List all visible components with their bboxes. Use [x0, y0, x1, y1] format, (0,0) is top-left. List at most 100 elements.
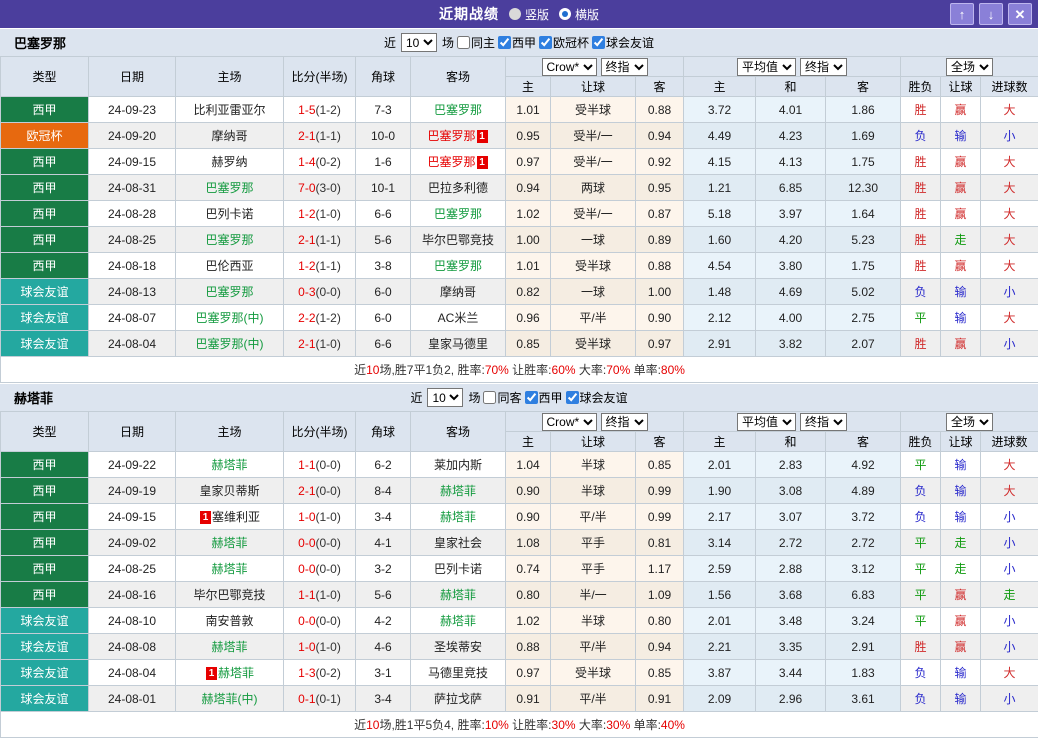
halftime-score: (0-0)	[316, 562, 341, 576]
away-team: 赫塔菲	[440, 510, 476, 524]
fulltime-score: 1-3	[298, 666, 315, 680]
avg-draw: 3.97	[756, 201, 826, 227]
away-team-cell: 圣埃蒂安	[411, 634, 506, 660]
fulltime-select[interactable]: 全场	[946, 413, 993, 431]
same-venue-checkbox[interactable]: 同主	[457, 34, 495, 51]
verdict-handicap: 赢	[941, 253, 981, 279]
sub-column-header: 让球	[551, 432, 636, 452]
away-team-cell: 萨拉戈萨	[411, 686, 506, 712]
average-select[interactable]: 平均值	[737, 413, 796, 431]
score-cell: 1-2(1-0)	[284, 201, 356, 227]
average-stage-select[interactable]: 终指	[800, 58, 847, 76]
avg-home: 2.01	[684, 608, 756, 634]
avg-home: 4.15	[684, 149, 756, 175]
odds-home: 0.90	[506, 504, 551, 530]
halftime-score: (0-0)	[316, 458, 341, 472]
away-team-cell: 赫塔菲	[411, 608, 506, 634]
away-team-cell: 巴拉多利德	[411, 175, 506, 201]
average-stage-select[interactable]: 终指	[800, 413, 847, 431]
league-badge: 西甲	[1, 530, 89, 556]
move-down-button[interactable]: ↓	[979, 3, 1003, 25]
checkbox-icon[interactable]	[525, 391, 538, 404]
odds-home: 1.02	[506, 608, 551, 634]
avg-draw: 3.08	[756, 478, 826, 504]
league-filter-checkbox[interactable]: 西甲	[525, 389, 563, 406]
league-filter-checkbox[interactable]: 欧冠杯	[539, 34, 589, 51]
checkbox-icon[interactable]	[498, 36, 511, 49]
view-option-vertical[interactable]: 竖版	[509, 6, 549, 23]
same-venue-checkbox[interactable]: 同客	[483, 389, 521, 406]
fulltime-select[interactable]: 全场	[946, 58, 993, 76]
home-team: 比利亚雷亚尔	[193, 103, 265, 117]
match-date: 24-08-04	[89, 331, 176, 357]
away-team: 马德里竞技	[428, 666, 488, 680]
avg-away: 2.72	[826, 530, 901, 556]
match-row: 西甲24-09-02赫塔菲0-0(0-0)4-1皇家社会1.08平手0.813.…	[1, 530, 1038, 556]
close-button[interactable]: ✕	[1008, 3, 1032, 25]
away-team: 皇家马德里	[428, 337, 488, 351]
home-team: 巴列卡诺	[205, 207, 253, 221]
sub-column-header: 胜负	[901, 77, 941, 97]
verdict-winlose: 负	[901, 660, 941, 686]
match-filter: 近10场同客西甲球会友谊	[0, 388, 1038, 407]
checkbox-icon[interactable]	[539, 36, 552, 49]
games-count-select[interactable]: 10	[401, 33, 437, 52]
titlebar-buttons: ↑ ↓ ✕	[950, 3, 1032, 25]
home-team: 1塞维利亚	[199, 510, 260, 524]
match-row: 球会友谊24-08-08赫塔菲1-0(1-0)4-6圣埃蒂安0.88平/半0.9…	[1, 634, 1038, 660]
team-name-text: 巴塞罗那	[427, 129, 475, 143]
match-row: 球会友谊24-08-04巴塞罗那(中)2-1(1-0)6-6皇家马德里0.85受…	[1, 331, 1038, 357]
verdict-goals: 大	[981, 201, 1038, 227]
bookmaker-select[interactable]: Crow*	[542, 58, 597, 76]
home-team: 巴塞罗那	[205, 181, 253, 195]
league-filter-checkbox[interactable]: 球会友谊	[566, 389, 628, 406]
fulltime-score: 1-0	[298, 640, 315, 654]
match-date: 24-08-16	[89, 582, 176, 608]
avg-draw: 4.13	[756, 149, 826, 175]
halftime-score: (1-1)	[316, 233, 341, 247]
summary-value: 80%	[661, 363, 685, 377]
odds-handicap: 受半球	[551, 331, 636, 357]
team-name-text: 毕尔巴鄂竞技	[193, 588, 265, 602]
summary-value: 10	[366, 363, 379, 377]
red-card-badge: 1	[477, 156, 488, 169]
checkbox-icon[interactable]	[592, 36, 605, 49]
home-team-cell: 赫塔菲	[176, 556, 284, 582]
verdict-goals: 大	[981, 175, 1038, 201]
verdict-winlose: 平	[901, 608, 941, 634]
average-select[interactable]: 平均值	[737, 58, 796, 76]
odds-handicap: 平/半	[551, 504, 636, 530]
red-card-badge: 1	[206, 667, 217, 680]
odds-home: 0.82	[506, 279, 551, 305]
score-cell: 2-1(1-1)	[284, 123, 356, 149]
bookmaker-select[interactable]: Crow*	[542, 413, 597, 431]
league-filter-checkbox[interactable]: 球会友谊	[592, 34, 654, 51]
column-header: 日期	[89, 57, 176, 97]
home-team-cell: 赫塔菲(中)	[176, 686, 284, 712]
checkbox-icon[interactable]	[483, 391, 496, 404]
verdict-winlose: 平	[901, 305, 941, 331]
match-row: 欧冠杯24-09-20摩纳哥2-1(1-1)10-0巴塞罗那10.95受半/一0…	[1, 123, 1038, 149]
fulltime-score: 1-5	[298, 103, 315, 117]
checkbox-icon[interactable]	[457, 36, 470, 49]
verdict-winlose: 胜	[901, 97, 941, 123]
move-up-button[interactable]: ↑	[950, 3, 974, 25]
odds-away: 0.80	[636, 608, 684, 634]
odds-stage-select[interactable]: 终指	[601, 413, 648, 431]
odds-home: 1.01	[506, 253, 551, 279]
checkbox-icon[interactable]	[566, 391, 579, 404]
red-card-badge: 1	[200, 511, 211, 524]
league-badge: 西甲	[1, 253, 89, 279]
games-count-select[interactable]: 10	[427, 388, 463, 407]
view-option-vertical-label: 竖版	[525, 6, 549, 23]
summary-row: 近10场,胜7平1负2, 胜率:70% 让胜率:60% 大率:70% 单率:80…	[1, 357, 1038, 383]
odds-stage-select[interactable]: 终指	[601, 58, 648, 76]
avg-home: 2.12	[684, 305, 756, 331]
view-option-horizontal[interactable]: 横版	[559, 6, 599, 23]
corner-score: 3-4	[356, 504, 411, 530]
summary-label: 大率:	[576, 718, 607, 732]
results-table: 类型日期主场比分(半场)角球客场Crow*终指平均值终指全场主让球客主和客胜负让…	[0, 56, 1038, 383]
odds-away: 0.85	[636, 452, 684, 478]
league-filter-checkbox[interactable]: 西甲	[498, 34, 536, 51]
verdict-goals: 小	[981, 331, 1038, 357]
